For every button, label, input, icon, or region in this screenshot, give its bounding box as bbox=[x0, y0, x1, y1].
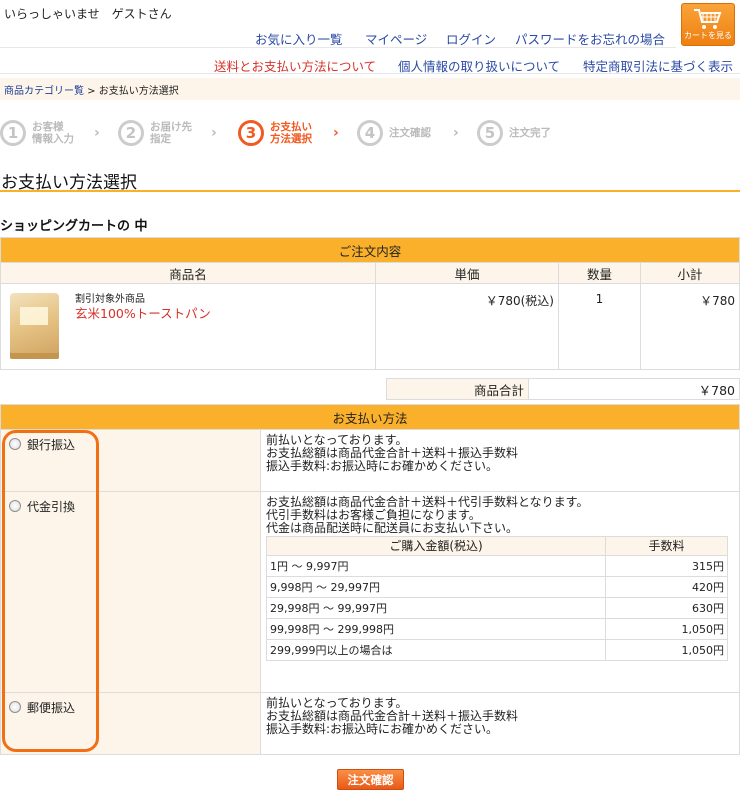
view-cart-button[interactable]: カートを見る bbox=[681, 3, 735, 46]
total-value: ￥780 bbox=[528, 378, 740, 400]
fee-range: 299,999円以上の場合は bbox=[266, 639, 606, 661]
product-image[interactable] bbox=[10, 293, 59, 359]
breadcrumb-separator: > bbox=[84, 86, 99, 97]
step-label: お支払い 方法選択 bbox=[270, 121, 312, 145]
step-arrow-icon: › bbox=[453, 125, 459, 141]
order-table: ご注文内容 商品名 単価 数量 小計 割引対象外商品 玄米100%トーストパン … bbox=[0, 237, 740, 370]
shipping-payment-link[interactable]: 送料とお支払い方法について bbox=[214, 56, 376, 75]
total-label: 商品合計 bbox=[386, 378, 529, 400]
column-header-subtotal: 小計 bbox=[640, 262, 740, 284]
confirm-order-button[interactable]: 注文確認 bbox=[337, 769, 404, 790]
step-label: お届け先 指定 bbox=[150, 121, 192, 145]
fee-amount: 420円 bbox=[605, 576, 728, 598]
secondary-nav: 送料とお支払い方法について 個人情報の取り扱いについて 特定商取引法に基づく表示 bbox=[0, 54, 740, 74]
cart-heading: ショッピングカートの 中 bbox=[0, 219, 148, 234]
cod-fee-table: ご購入金額(税込) 手数料 1円 ～ 9,997円 315円 9,998円 ～ … bbox=[266, 536, 728, 661]
step-arrow-icon: › bbox=[94, 125, 100, 141]
fee-amount: 1,050円 bbox=[605, 618, 728, 640]
cash-on-delivery-radio[interactable] bbox=[9, 500, 21, 512]
fee-amount: 630円 bbox=[605, 597, 728, 619]
description-line: 振込手数料:お振込時にお確かめください。 bbox=[266, 459, 499, 473]
mypage-link[interactable]: マイページ bbox=[365, 29, 427, 48]
fee-range: 29,998円 ～ 99,997円 bbox=[266, 597, 606, 619]
payment-row-cod: 代金引換 お支払総額は商品代金合計＋送料＋代引手数料となります。 代引手数料はお… bbox=[0, 491, 740, 693]
payment-method-label: 銀行振込 bbox=[27, 438, 76, 452]
fee-amount: 315円 bbox=[605, 555, 728, 577]
quantity: 1 bbox=[558, 283, 641, 370]
payment-option-bank[interactable]: 銀行振込 bbox=[0, 429, 261, 492]
login-link[interactable]: ログイン bbox=[446, 29, 496, 48]
table-row: 9,998円 ～ 29,997円 420円 bbox=[266, 576, 728, 598]
table-row: 29,998円 ～ 99,997円 630円 bbox=[266, 597, 728, 619]
page-title: お支払い方法選択 bbox=[0, 168, 740, 193]
primary-nav: お気に入り一覧 マイページ ログイン パスワードをお忘れの場合 bbox=[0, 28, 676, 48]
description-line: 振込手数料:お振込時にお確かめください。 bbox=[266, 722, 499, 736]
fee-range: 9,998円 ～ 29,997円 bbox=[266, 576, 606, 598]
column-header-product: 商品名 bbox=[0, 262, 376, 284]
payment-description: 前払いとなっております。 お支払総額は商品代金合計＋送料＋振込手数料 振込手数料… bbox=[260, 429, 740, 492]
step-number: 1 bbox=[0, 120, 26, 146]
step-number: 2 bbox=[118, 120, 144, 146]
privacy-link[interactable]: 個人情報の取り扱いについて bbox=[398, 56, 560, 75]
payment-description: お支払総額は商品代金合計＋送料＋代引手数料となります。 代引手数料はお客様ご負担… bbox=[260, 491, 740, 693]
step-number: 4 bbox=[357, 120, 383, 146]
table-row: 99,998円 ～ 299,998円 1,050円 bbox=[266, 618, 728, 640]
step-number: 3 bbox=[238, 120, 264, 146]
payment-method-label: 郵便振込 bbox=[27, 701, 76, 715]
forgot-password-link[interactable]: パスワードをお忘れの場合 bbox=[515, 29, 665, 48]
breadcrumb-current: お支払い方法選択 bbox=[98, 86, 179, 97]
postal-transfer-radio[interactable] bbox=[9, 701, 21, 713]
fee-header-fee: 手数料 bbox=[605, 536, 728, 556]
total-table: 商品合計 ￥780 bbox=[386, 378, 740, 400]
unit-price: ￥780(税込) bbox=[375, 283, 559, 370]
step-arrow-icon: › bbox=[333, 125, 339, 141]
product-cell: 割引対象外商品 玄米100%トーストパン bbox=[0, 283, 376, 370]
step-number: 5 bbox=[477, 120, 503, 146]
breadcrumb-category-link[interactable]: 商品カテゴリー覧 bbox=[4, 86, 84, 97]
payment-method-label: 代金引換 bbox=[27, 500, 76, 514]
payment-description: 前払いとなっております。 お支払総額は商品代金合計＋送料＋振込手数料 振込手数料… bbox=[260, 692, 740, 755]
payment-row-postal: 郵便振込 前払いとなっております。 お支払総額は商品代金合計＋送料＋振込手数料 … bbox=[0, 692, 740, 755]
payment-row-bank: 銀行振込 前払いとなっております。 お支払総額は商品代金合計＋送料＋振込手数料 … bbox=[0, 429, 740, 492]
bank-transfer-radio[interactable] bbox=[9, 438, 21, 450]
fee-range: 99,998円 ～ 299,998円 bbox=[266, 618, 606, 640]
step-label: 注文完了 bbox=[509, 127, 551, 139]
payment-option-postal[interactable]: 郵便振込 bbox=[0, 692, 261, 755]
checkout-steps: 1 お客様 情報入力 › 2 お届け先 指定 › 3 お支払い 方法選択 › 4… bbox=[0, 118, 740, 154]
breadcrumb: 商品カテゴリー覧 > お支払い方法選択 bbox=[0, 78, 740, 100]
payment-table: お支払い方法 銀行振込 前払いとなっております。 お支払総額は商品代金合計＋送料… bbox=[0, 404, 740, 755]
table-row: 1円 ～ 9,997円 315円 bbox=[266, 555, 728, 577]
table-row: 割引対象外商品 玄米100%トーストパン ￥780(税込) 1 ￥780 bbox=[0, 283, 740, 370]
step-label: 注文確認 bbox=[389, 127, 431, 139]
step-arrow-icon: › bbox=[211, 125, 217, 141]
commerce-law-link[interactable]: 特定商取引法に基づく表示 bbox=[583, 56, 733, 75]
payment-band: お支払い方法 bbox=[0, 404, 740, 430]
column-header-price: 単価 bbox=[375, 262, 559, 284]
fee-range: 1円 ～ 9,997円 bbox=[266, 555, 606, 577]
greeting: いらっしゃいませ ゲストさん bbox=[4, 7, 172, 21]
shopping-cart-icon bbox=[694, 9, 722, 29]
step-label: お客様 情報入力 bbox=[32, 121, 74, 145]
column-header-qty: 数量 bbox=[558, 262, 641, 284]
favorites-link[interactable]: お気に入り一覧 bbox=[255, 29, 343, 48]
fee-header-amount: ご購入金額(税込) bbox=[266, 536, 606, 556]
product-name-link[interactable]: 玄米100%トーストパン bbox=[75, 303, 211, 322]
table-row: 299,999円以上の場合は 1,050円 bbox=[266, 639, 728, 661]
order-band: ご注文内容 bbox=[0, 237, 740, 263]
cart-button-label: カートを見る bbox=[684, 31, 732, 40]
subtotal: ￥780 bbox=[640, 283, 740, 370]
fee-amount: 1,050円 bbox=[605, 639, 728, 661]
description-line: 代金は商品配送時に配送員にお支払い下さい。 bbox=[266, 521, 519, 535]
payment-option-cod[interactable]: 代金引換 bbox=[0, 491, 261, 693]
